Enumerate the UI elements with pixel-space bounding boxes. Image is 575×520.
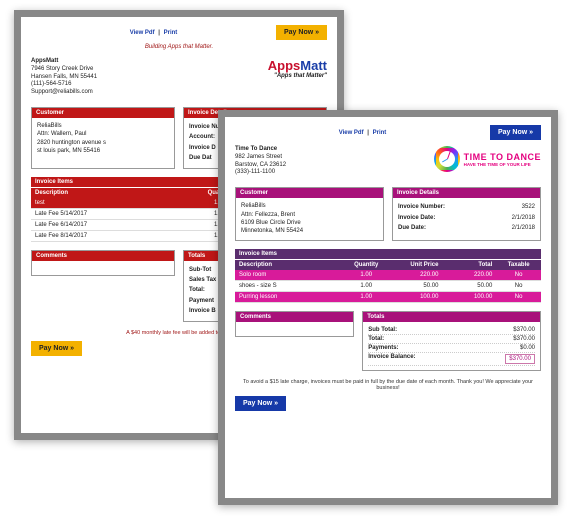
- pay-now-button-bottom[interactable]: Pay Now »: [31, 341, 82, 356]
- footer-note: To avoid a $15 late charge, invoices mus…: [235, 379, 541, 391]
- table-row: Solo room 1.00 220.00 220.00 No: [235, 270, 541, 281]
- sender-addr1: 982 James Street: [235, 154, 286, 162]
- appsmatt-logo: AppsMatt "Apps that Matter": [268, 58, 327, 79]
- total-value: $370.00: [513, 336, 535, 342]
- inv-date-label: Invoice D: [189, 144, 216, 152]
- due-label: Due Dat: [189, 154, 212, 162]
- topbar: View Pdf | Print Pay Now »: [235, 125, 541, 140]
- due-label: Due Date:: [398, 224, 426, 232]
- customer-header: Customer: [32, 108, 174, 118]
- cust-addr1: 6109 Blue Circle Drive: [241, 219, 378, 227]
- inv-date: 2/1/2018: [512, 214, 535, 222]
- sender-email: Support@reliabills.com: [31, 89, 97, 97]
- sender-block: Time To Dance 982 James Street Barstow, …: [235, 146, 286, 177]
- comments-header: Comments: [236, 312, 353, 322]
- sender-addr2: Barstow, CA 23612: [235, 162, 286, 170]
- sender-phone: (333)-111-1100: [235, 169, 286, 177]
- table-row: shoes - size S 1.00 50.00 50.00 No: [235, 281, 541, 292]
- totals-box: Totals Sub Total:$370.00 Total:$370.00 P…: [362, 311, 541, 371]
- comments-header: Comments: [32, 251, 174, 261]
- details-box: Invoice Details Invoice Number: 3522 Invo…: [392, 187, 541, 241]
- items-header: Invoice Items: [235, 249, 541, 259]
- col-qty: Quantity: [344, 260, 389, 270]
- pay-now-button-bottom[interactable]: Pay Now »: [235, 396, 286, 411]
- cust-attn: Attn: Wallern, Paul: [37, 130, 169, 138]
- cust-addr2: st louis park, MN 55416: [37, 147, 169, 155]
- balance-value: $370.00: [505, 354, 535, 364]
- comments-box: Comments: [31, 250, 175, 276]
- tagline: Building Apps that Matter.: [31, 44, 327, 50]
- col-desc: Description: [31, 188, 189, 198]
- due-date: 2/1/2018: [512, 224, 535, 232]
- customer-box: Customer ReliaBills Attn: Fellezza, Bren…: [235, 187, 384, 241]
- clock-icon: [434, 146, 460, 172]
- view-pdf-link[interactable]: View Pdf: [130, 30, 155, 36]
- cust-addr2: Minnetonka, MN 55424: [241, 227, 378, 235]
- inv-num-label: Invoice Number:: [398, 203, 445, 211]
- comments-box: Comments: [235, 311, 354, 337]
- customer-header: Customer: [236, 188, 383, 198]
- sender-name: Time To Dance: [235, 146, 286, 154]
- payments-value: $0.00: [520, 345, 535, 351]
- col-unit: Unit Price: [389, 260, 443, 270]
- logo-slogan: "Apps that Matter": [268, 73, 327, 79]
- timetodance-logo: TIME TO DANCE HAVE THE TIME OF YOUR LIFE: [434, 146, 541, 172]
- cust-addr1: 2820 huntington avenue s: [37, 139, 169, 147]
- logo-part2: Matt: [300, 58, 327, 73]
- pay-now-button[interactable]: Pay Now »: [490, 125, 541, 140]
- print-link[interactable]: Print: [373, 130, 387, 136]
- customer-box: Customer ReliaBills Attn: Wallern, Paul …: [31, 107, 175, 169]
- acct-label: Account:: [189, 133, 215, 141]
- sender-addr2: Hansen Falls, MN 55441: [31, 74, 97, 82]
- totals-header: Totals: [363, 312, 540, 322]
- invoice-card-timetodance: View Pdf | Print Pay Now » Time To Dance…: [218, 110, 558, 505]
- cust-attn: Attn: Fellezza, Brent: [241, 211, 378, 219]
- pay-now-button[interactable]: Pay Now »: [276, 25, 327, 40]
- inv-num: 3522: [522, 203, 535, 211]
- sender-addr1: 7946 Story Creek Drive: [31, 66, 97, 74]
- separator: |: [158, 30, 160, 36]
- logo-part1: Apps: [268, 58, 301, 73]
- sender-phone: (111)-564-5716: [31, 81, 97, 89]
- table-row: Purring lesson 1.00 100.00 100.00 No: [235, 292, 541, 303]
- logo-sub: HAVE THE TIME OF YOUR LIFE: [464, 162, 541, 167]
- inv-date-label: Invoice Date:: [398, 214, 435, 222]
- separator: |: [367, 130, 369, 136]
- items-table: Invoice Items Description Quantity Unit …: [235, 249, 541, 303]
- col-total: Total: [442, 260, 496, 270]
- view-pdf-link[interactable]: View Pdf: [339, 130, 364, 136]
- cust-name: ReliaBills: [37, 122, 169, 130]
- sender-block: AppsMatt 7946 Story Creek Drive Hansen F…: [31, 58, 97, 97]
- topbar: View Pdf | Print Pay Now »: [31, 25, 327, 40]
- cust-name: ReliaBills: [241, 202, 378, 210]
- logo-title: TIME TO DANCE: [464, 152, 541, 162]
- col-tax: Taxable: [496, 260, 541, 270]
- details-header: Invoice Details: [393, 188, 540, 198]
- col-desc: Description: [235, 260, 344, 270]
- print-link[interactable]: Print: [164, 30, 178, 36]
- sender-name: AppsMatt: [31, 58, 97, 66]
- subtotal-value: $370.00: [513, 327, 535, 333]
